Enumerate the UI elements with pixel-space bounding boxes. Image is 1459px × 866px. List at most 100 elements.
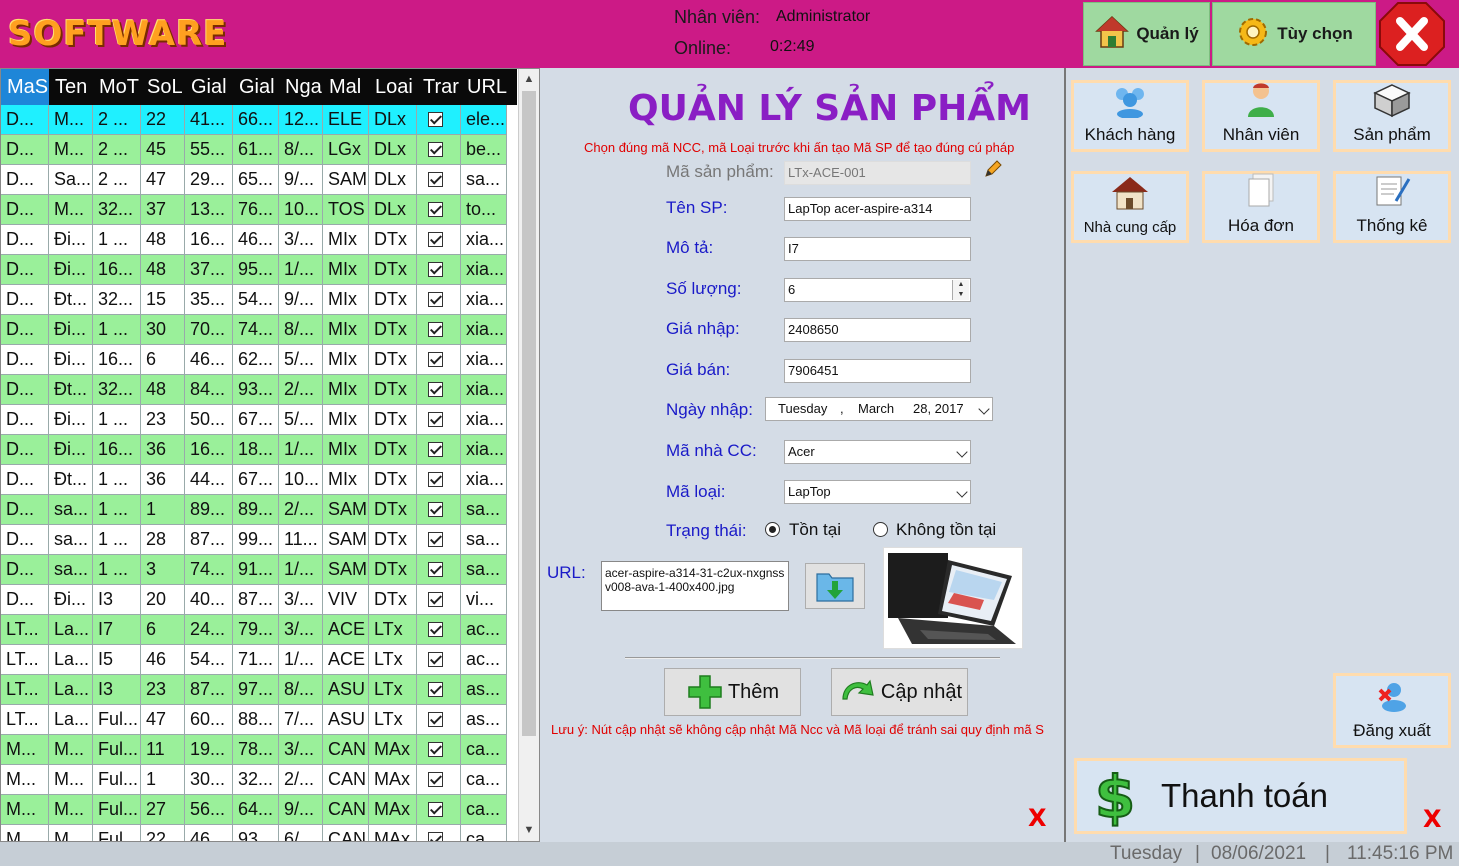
checkbox-checked-icon[interactable] xyxy=(428,622,443,637)
name-field[interactable]: LapTop acer-aspire-a314 xyxy=(784,197,971,221)
suppliers-button[interactable]: Nhà cung cấp xyxy=(1071,171,1189,243)
table-cell[interactable]: 55... xyxy=(185,135,233,165)
table-cell[interactable]: DTx xyxy=(369,255,417,285)
scroll-thumb[interactable] xyxy=(522,91,536,736)
table-cell[interactable]: CAN xyxy=(323,825,369,841)
grid-column-header[interactable]: Gial xyxy=(185,69,233,105)
grid-column-header[interactable]: Mal xyxy=(323,69,369,105)
table-cell[interactable]: 87... xyxy=(233,585,279,615)
table-cell[interactable]: 40... xyxy=(185,585,233,615)
table-cell[interactable]: 11 xyxy=(141,735,185,765)
table-cell[interactable]: 1/... xyxy=(279,255,323,285)
table-cell[interactable]: I3 xyxy=(93,585,141,615)
table-cell[interactable]: ACE xyxy=(323,615,369,645)
table-cell[interactable]: SAM xyxy=(323,525,369,555)
table-cell[interactable]: 2 ... xyxy=(93,105,141,135)
table-cell[interactable]: 12... xyxy=(279,105,323,135)
table-cell[interactable]: DLx xyxy=(369,135,417,165)
table-cell[interactable]: D... xyxy=(1,225,49,255)
table-cell[interactable]: 8/... xyxy=(279,315,323,345)
status-checkbox-cell[interactable] xyxy=(417,645,461,675)
table-cell[interactable]: MAx xyxy=(369,795,417,825)
table-cell[interactable]: DLx xyxy=(369,165,417,195)
table-cell[interactable]: sa... xyxy=(461,525,507,555)
table-cell[interactable]: 2 ... xyxy=(93,165,141,195)
status-checkbox-cell[interactable] xyxy=(417,735,461,765)
table-cell[interactable]: Sa... xyxy=(49,165,93,195)
table-cell[interactable]: I7 xyxy=(93,615,141,645)
table-cell[interactable]: sa... xyxy=(49,525,93,555)
checkbox-checked-icon[interactable] xyxy=(428,382,443,397)
table-cell[interactable]: DTx xyxy=(369,315,417,345)
table-cell[interactable]: Đi... xyxy=(49,585,93,615)
table-cell[interactable]: Ful... xyxy=(93,705,141,735)
grid-body[interactable]: D... M... 2 ... 22 41... 66... 12... ELE DLx ele.… xyxy=(1,105,517,841)
table-cell[interactable]: D... xyxy=(1,465,49,495)
table-cell[interactable]: 74... xyxy=(185,555,233,585)
table-cell[interactable]: D... xyxy=(1,285,49,315)
table-cell[interactable]: sa... xyxy=(461,555,507,585)
table-cell[interactable]: ele... xyxy=(461,105,507,135)
table-cell[interactable]: MIx xyxy=(323,465,369,495)
table-cell[interactable]: 28 xyxy=(141,525,185,555)
table-cell[interactable]: sa... xyxy=(461,495,507,525)
checkbox-checked-icon[interactable] xyxy=(428,832,443,841)
checkbox-checked-icon[interactable] xyxy=(428,262,443,277)
grid-column-header[interactable]: Gial xyxy=(233,69,279,105)
table-cell[interactable]: DTx xyxy=(369,585,417,615)
table-cell[interactable]: M... xyxy=(1,825,49,841)
grid-column-header[interactable]: MoT xyxy=(93,69,141,105)
table-cell[interactable]: 19... xyxy=(185,735,233,765)
table-cell[interactable]: 1/... xyxy=(279,435,323,465)
table-cell[interactable]: 36 xyxy=(141,435,185,465)
table-cell[interactable]: Đt... xyxy=(49,375,93,405)
table-cell[interactable]: sa... xyxy=(49,555,93,585)
table-row[interactable]: LT... La... I3 23 87... 97... 8/... ASU LTx as... xyxy=(1,675,517,705)
table-cell[interactable]: 9/... xyxy=(279,165,323,195)
table-cell[interactable]: 6 xyxy=(141,615,185,645)
table-cell[interactable]: ac... xyxy=(461,645,507,675)
options-button[interactable]: Tùy chọn xyxy=(1212,2,1376,66)
table-row[interactable]: D... M... 2 ... 22 41... 66... 12... ELE DLx ele.… xyxy=(1,105,517,135)
table-row[interactable]: M... M... Ful... 1 30... 32... 2/... CAN MAx ca..… xyxy=(1,765,517,795)
quantity-stepper[interactable]: 6 ▲ ▼ xyxy=(784,278,971,302)
checkbox-checked-icon[interactable] xyxy=(428,532,443,547)
scroll-down-icon[interactable]: ▼ xyxy=(519,820,539,840)
table-cell[interactable]: DTx xyxy=(369,555,417,585)
table-cell[interactable]: D... xyxy=(1,195,49,225)
table-cell[interactable]: M... xyxy=(1,765,49,795)
table-cell[interactable]: M... xyxy=(1,735,49,765)
status-checkbox-cell[interactable] xyxy=(417,285,461,315)
table-cell[interactable]: 99... xyxy=(233,525,279,555)
table-cell[interactable]: xia... xyxy=(461,225,507,255)
status-in-stock-radio[interactable] xyxy=(765,522,780,537)
table-cell[interactable]: 1 ... xyxy=(93,225,141,255)
table-cell[interactable]: 37... xyxy=(185,255,233,285)
add-button[interactable]: Thêm xyxy=(664,668,801,716)
table-cell[interactable]: 1 ... xyxy=(93,555,141,585)
table-cell[interactable]: 50... xyxy=(185,405,233,435)
status-checkbox-cell[interactable] xyxy=(417,375,461,405)
table-cell[interactable]: 78... xyxy=(233,735,279,765)
checkbox-checked-icon[interactable] xyxy=(428,322,443,337)
table-cell[interactable]: SAM xyxy=(323,555,369,585)
table-cell[interactable]: 35... xyxy=(185,285,233,315)
table-cell[interactable]: 1 xyxy=(141,495,185,525)
table-cell[interactable]: Ful... xyxy=(93,765,141,795)
table-cell[interactable]: DTx xyxy=(369,435,417,465)
table-cell[interactable]: Đi... xyxy=(49,435,93,465)
table-cell[interactable]: D... xyxy=(1,105,49,135)
table-cell[interactable]: MAx xyxy=(369,765,417,795)
checkbox-checked-icon[interactable] xyxy=(428,172,443,187)
table-cell[interactable]: 46... xyxy=(233,225,279,255)
table-cell[interactable]: MIx xyxy=(323,285,369,315)
table-cell[interactable]: 2/... xyxy=(279,375,323,405)
products-grid[interactable]: MaS Ten MoT SoL Gial Gial Nga Mal Loai Trar URL D.… xyxy=(0,68,540,842)
table-cell[interactable]: LTx xyxy=(369,705,417,735)
table-cell[interactable]: DTx xyxy=(369,405,417,435)
close-app-button[interactable] xyxy=(1378,1,1446,67)
status-checkbox-cell[interactable] xyxy=(417,705,461,735)
grid-column-header[interactable]: Ten xyxy=(49,69,93,105)
table-row[interactable]: D... Đt... 32... 48 84... 93... 2/... MIx DTx xia… xyxy=(1,375,517,405)
checkbox-checked-icon[interactable] xyxy=(428,712,443,727)
